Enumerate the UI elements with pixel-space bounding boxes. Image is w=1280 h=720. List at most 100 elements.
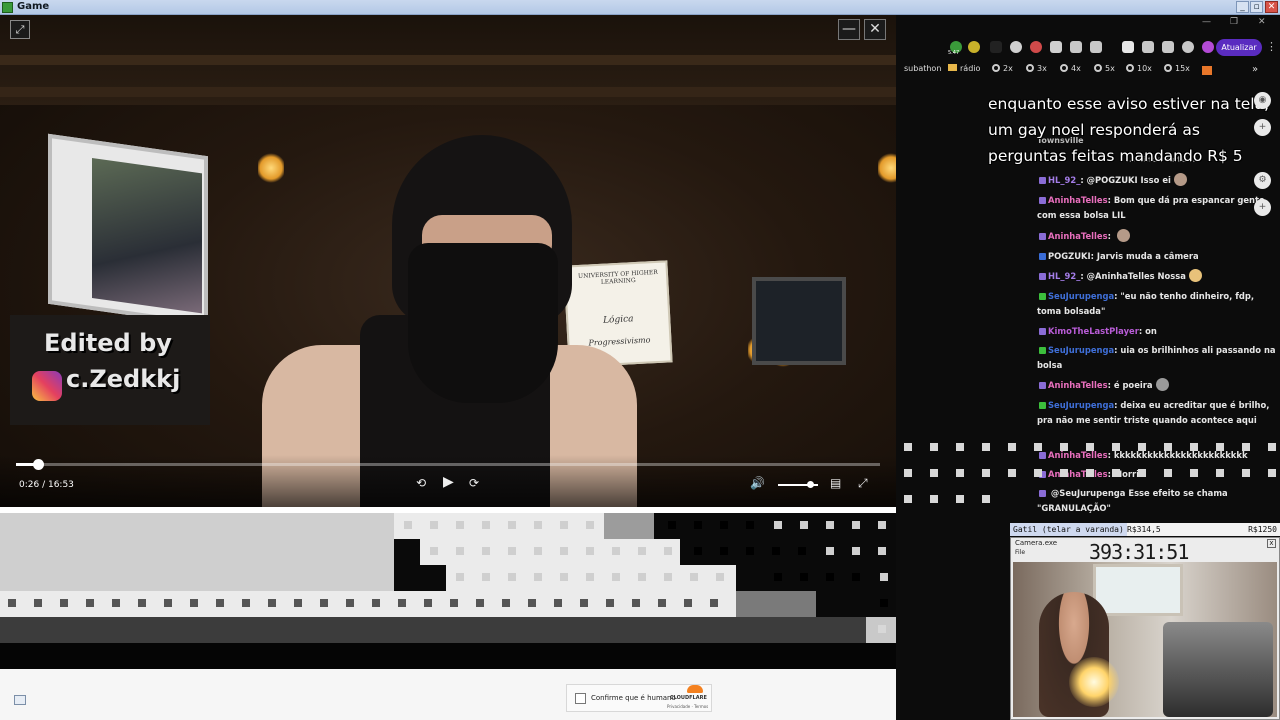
glitch-dot (1034, 469, 1042, 477)
rewind-icon[interactable]: ⟲ (416, 476, 426, 490)
glitch-dot (560, 521, 568, 529)
glitch-dot (372, 599, 380, 607)
chat-badge-icon (1039, 293, 1046, 300)
tab-search-icon[interactable] (1142, 41, 1154, 53)
chat-username[interactable]: AninhaTelles (1048, 469, 1108, 479)
bookmark-icon (1164, 64, 1172, 72)
tab-icon[interactable] (14, 695, 26, 705)
play-icon[interactable]: ▶ (443, 474, 454, 490)
glitch-dot (826, 521, 834, 529)
shield-icon[interactable] (1182, 41, 1194, 53)
chat-text: @AninhaTelles Nossa (1086, 271, 1186, 281)
sidebar-icon[interactable] (1122, 41, 1134, 53)
glitch-dot (456, 521, 464, 529)
window-minimize-button[interactable]: _ (1236, 1, 1249, 13)
profile-icon[interactable] (1202, 41, 1214, 53)
cloudflare-captcha[interactable]: Confirme que é humano CLOUDFLARE Privaci… (566, 684, 712, 712)
volume-slider[interactable] (778, 481, 818, 488)
glitch-dot (930, 495, 938, 503)
bookmark-2x[interactable]: 2x (992, 64, 1013, 73)
camera-close-button[interactable]: x (1267, 539, 1276, 548)
browser-restore-button[interactable]: ❐ (1230, 17, 1238, 27)
progress-bar[interactable] (16, 459, 880, 470)
glitch-dot (398, 599, 406, 607)
chat-username[interactable]: AninhaTelles (1048, 450, 1108, 460)
forward-icon[interactable]: ⟳ (469, 476, 479, 490)
glitch-dot (826, 573, 834, 581)
screen: Game _ ▫ ✕ Edited by c.Zedkkj UNIVERSITY… (0, 0, 1280, 720)
side-panel-icon[interactable]: ◉ (1254, 92, 1271, 109)
extension-icon[interactable] (1010, 41, 1022, 53)
chat-username[interactable]: SeuJurupenga (1048, 400, 1114, 410)
side-panel-icon[interactable]: + (1254, 199, 1271, 216)
video-player[interactable]: Edited by c.Zedkkj UNIVERSITY OF HIGHER … (0, 15, 896, 507)
menu-kebab-icon[interactable]: ⋮ (1266, 40, 1277, 53)
photo-frame (48, 133, 208, 327)
extension-icon[interactable] (1050, 41, 1062, 53)
glitch-dot (560, 547, 568, 555)
glitch-band (0, 617, 866, 643)
chat-message: AninhaTelles: é poeira (1037, 378, 1279, 393)
download-icon[interactable] (1162, 41, 1174, 53)
captcha-links[interactable]: Privacidade · Termos (667, 704, 708, 709)
glitch-dot (580, 599, 588, 607)
glitch-dot (772, 547, 780, 555)
captcha-checkbox[interactable] (575, 693, 586, 704)
emote-icon (1155, 378, 1169, 391)
bookmark-3x[interactable]: 3x (1026, 64, 1047, 73)
bookmark-4x[interactable]: 4x (1060, 64, 1081, 73)
chat-username[interactable]: SeuJurupenga (1048, 345, 1114, 355)
chat-username[interactable]: SeuJurupenga (1048, 291, 1114, 301)
chat-username[interactable]: HL_92_ (1048, 271, 1080, 281)
side-panel-icon[interactable]: ⚙ (1254, 172, 1271, 189)
chat-badge-icon (1039, 347, 1046, 354)
bookmark-10x[interactable]: 10x (1126, 64, 1152, 73)
record-icon[interactable] (1030, 41, 1042, 53)
side-panel-icon[interactable]: + (1254, 119, 1271, 136)
scene-beam (0, 87, 896, 97)
glitch-band (0, 513, 394, 591)
chat-username[interactable]: AninhaTelles (1048, 380, 1108, 390)
window-maximize-button[interactable]: ▫ (1250, 1, 1263, 13)
glitch-dot (476, 599, 484, 607)
chat-username[interactable]: KimoTheLastPlayer (1048, 326, 1139, 336)
browser-close-button[interactable]: ✕ (1258, 17, 1266, 27)
progress-handle[interactable] (33, 459, 45, 470)
scene-beam (0, 55, 896, 65)
chat-username[interactable]: AninhaTelles (1048, 231, 1108, 241)
extension-icon[interactable] (1090, 41, 1102, 53)
bookmark-15x[interactable]: 15x (1164, 64, 1190, 73)
chat-username[interactable]: AninhaTelles (1048, 195, 1108, 205)
glitch-dot (508, 573, 516, 581)
glitch-band (0, 591, 736, 617)
update-button[interactable]: Atualizar (1216, 39, 1262, 56)
pip-expand-button[interactable]: ⤢ (10, 20, 30, 39)
extension-icon[interactable] (990, 41, 1002, 53)
bulb-icon[interactable] (968, 41, 980, 53)
bookmarks-more-icon[interactable]: » (1252, 64, 1258, 75)
captions-icon[interactable]: ▤ (830, 476, 841, 490)
glitch-artifact-area (0, 507, 1010, 669)
glitch-dot (720, 521, 728, 529)
volume-icon[interactable]: 🔊 (750, 476, 765, 490)
fullscreen-icon[interactable]: ⤢ (858, 476, 868, 491)
glitch-dot (456, 573, 464, 581)
volume-handle[interactable] (807, 481, 814, 488)
glitch-dot (982, 443, 990, 451)
browser-minimize-button[interactable]: — (1202, 17, 1211, 27)
pip-close-button[interactable]: ✕ (864, 19, 886, 40)
camera-file-menu[interactable]: File (1015, 549, 1025, 556)
window-close-button[interactable]: ✕ (1265, 1, 1278, 13)
bookmark-5x[interactable]: 5x (1094, 64, 1115, 73)
bookmark-radio[interactable]: rádio (948, 64, 980, 73)
chat-username[interactable]: HL_92_ (1048, 175, 1080, 185)
glitch-dot (852, 573, 860, 581)
bookmark-subathon[interactable]: subathon (904, 64, 941, 73)
chat-username[interactable]: POGZUKI (1048, 251, 1091, 261)
glitch-dot (1086, 469, 1094, 477)
bookmark-extra-icon[interactable] (1202, 66, 1212, 75)
bookmark-icon (1060, 64, 1068, 72)
chat-message: POGZUKI: Jarvis muda a câmera (1037, 249, 1279, 264)
puzzle-icon[interactable] (1070, 41, 1082, 53)
pip-minimize-button[interactable]: — (838, 19, 860, 40)
